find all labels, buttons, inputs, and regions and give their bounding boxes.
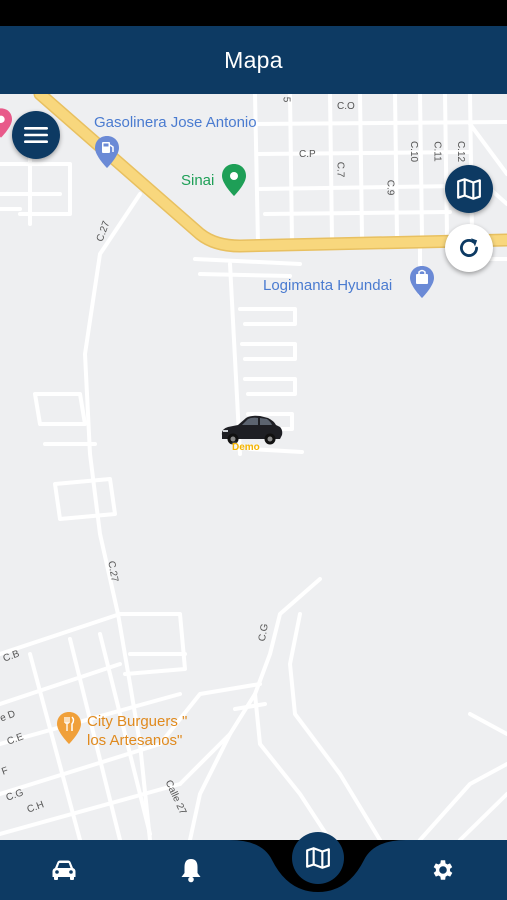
map-icon [457,178,481,200]
street-label-c-9: C.9 [384,179,396,196]
tab-settings[interactable] [423,852,463,888]
street-label-c-10: C.10 [408,140,420,163]
bottom-nav [0,832,507,900]
gas-station-label: Gasolinera Jose Antonio [94,114,257,131]
map-view[interactable]: Gasolinera Jose Antonio Sinai Logimanta … [0,94,507,840]
sinai-poi[interactable]: Sinai [181,172,214,189]
gas-station-icon[interactable] [95,136,119,168]
car-icon [52,860,76,880]
street-label-c-p: C.P [299,149,316,160]
app-header: Mapa [0,26,507,94]
restaurant-label-line2: los Artesanos" [87,732,183,749]
street-label-5: 5 [280,96,292,103]
restaurant-label-line1: City Burguers " [87,713,188,730]
vehicle-label: Demo [232,442,260,453]
sinai-label: Sinai [181,172,215,189]
refresh-icon [460,238,478,257]
street-label-c-7: C.7 [334,161,346,178]
dealer-label: Logimanta Hyundai [263,277,393,294]
street-label-c-11: C.11 [431,141,443,162]
map-layers-button[interactable] [445,165,493,213]
restaurant-icon[interactable] [57,712,81,744]
restaurant-poi[interactable]: City Burguers " los Artesanos" [87,712,187,750]
tab-notifications[interactable] [171,852,211,888]
page-title: Mapa [224,46,283,73]
refresh-button[interactable] [445,224,493,272]
street-label-c-12: C.12 [455,140,467,163]
poi-pink-icon[interactable] [0,108,12,138]
tab-vehicles[interactable] [44,852,84,888]
location-pin-icon[interactable] [222,164,246,196]
gear-icon [433,860,453,880]
map-icon [306,847,330,869]
gas-station-poi[interactable]: Gasolinera Jose Antonio [94,114,257,131]
bell-icon [181,859,201,883]
tab-map[interactable] [292,832,344,884]
shopping-bag-icon[interactable] [410,266,434,298]
menu-button[interactable] [12,111,60,159]
menu-icon [24,127,48,143]
status-bar [0,0,507,26]
street-label-c-o: C.O [337,101,355,112]
dealer-poi[interactable]: Logimanta Hyundai [263,277,392,294]
